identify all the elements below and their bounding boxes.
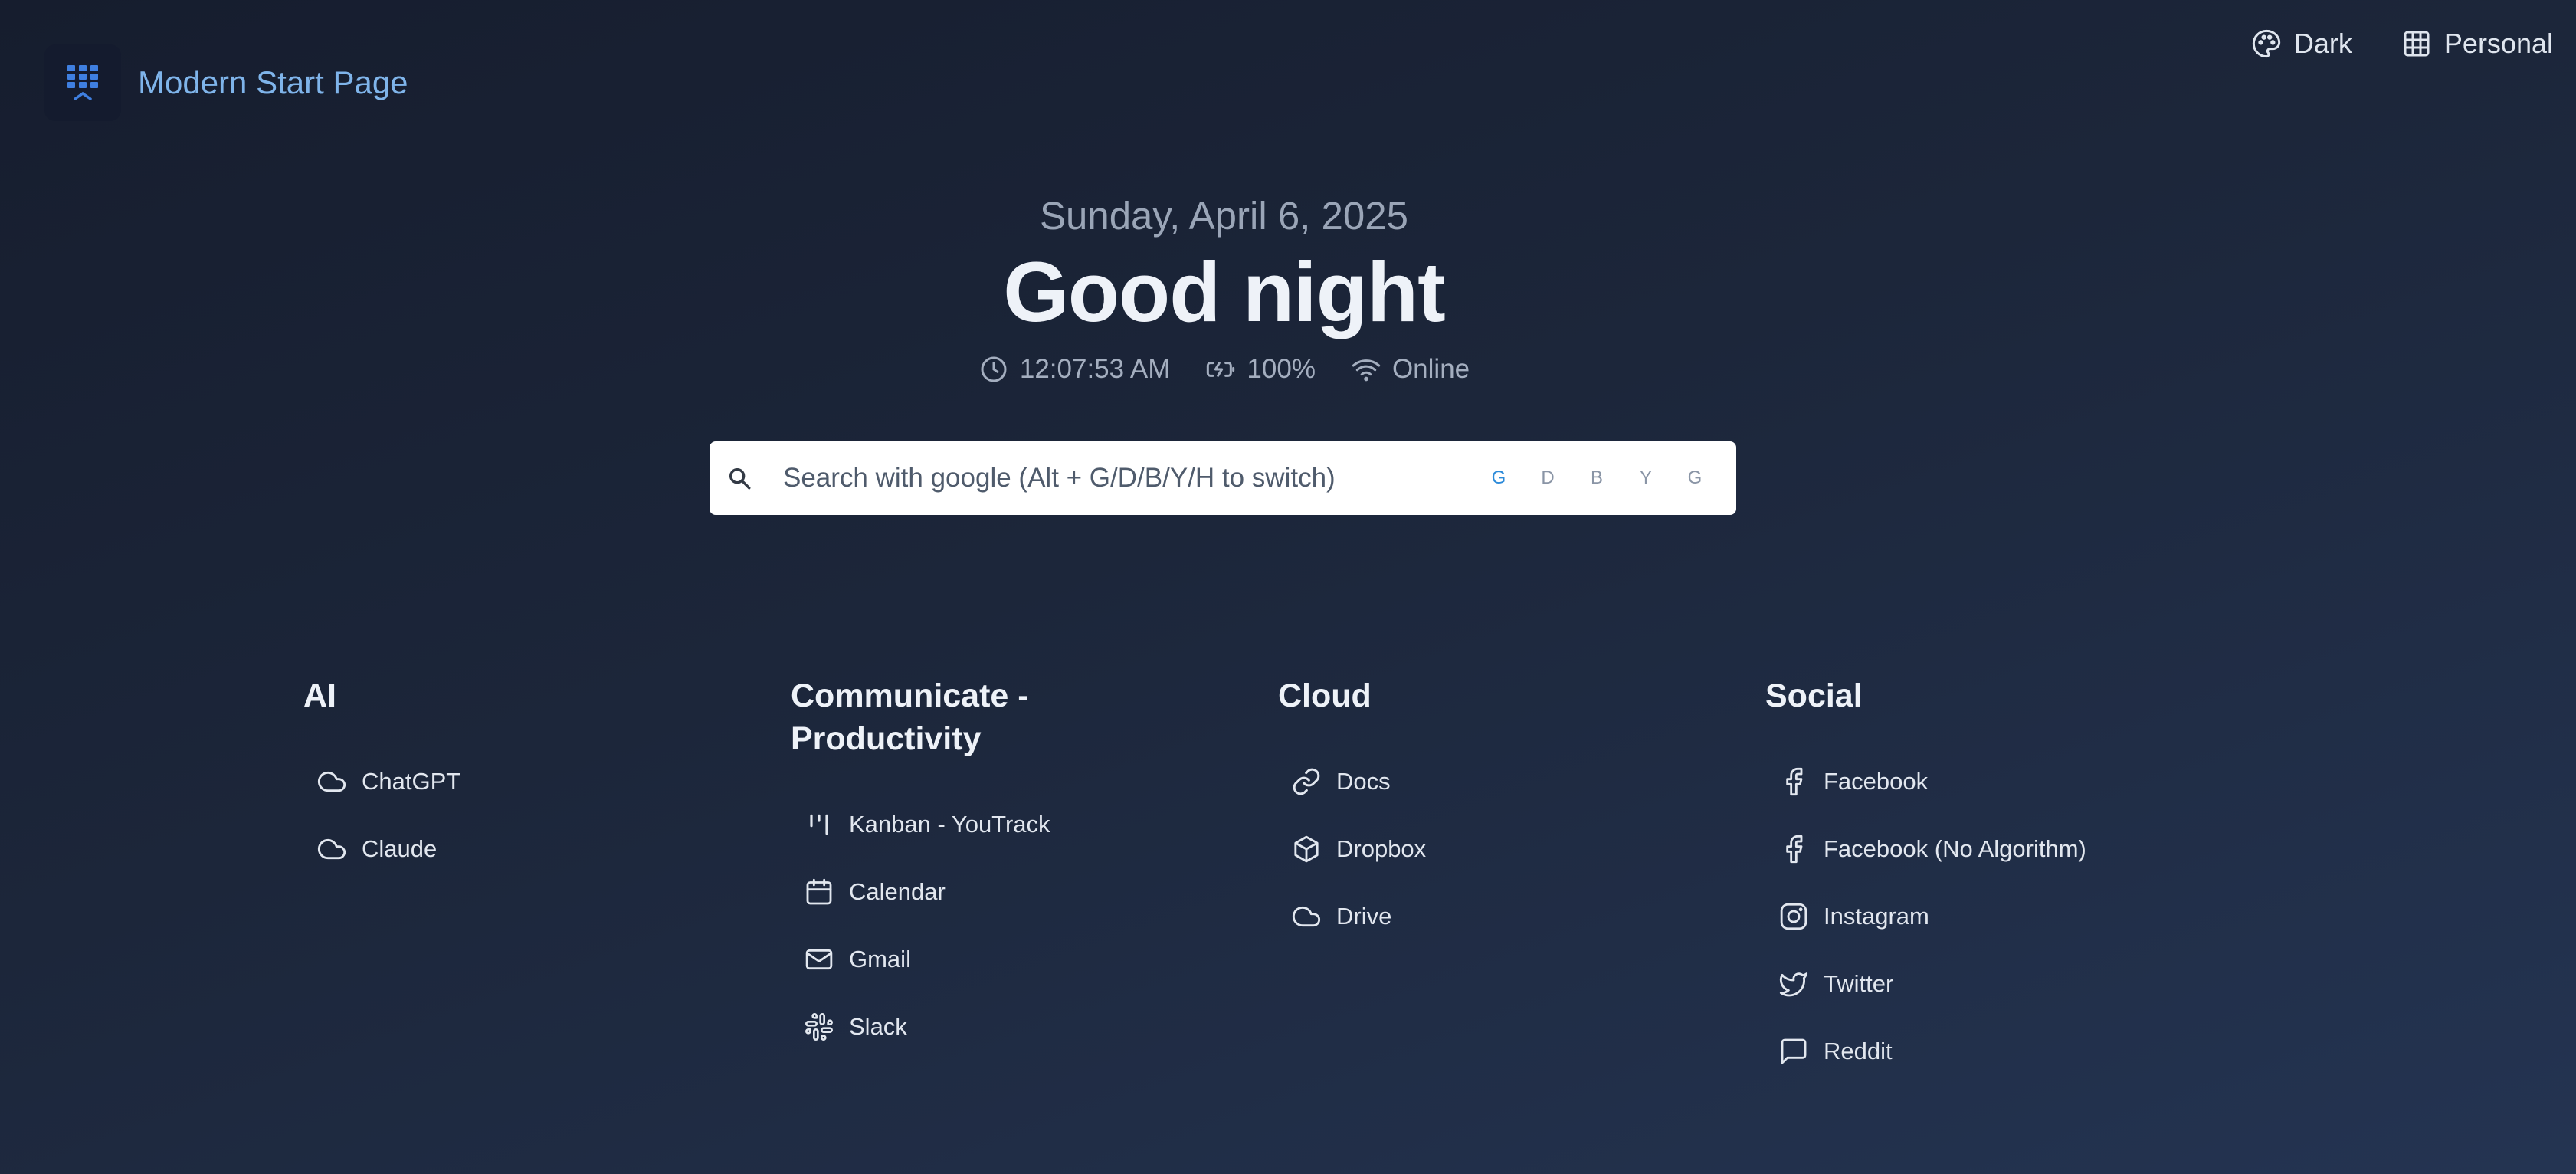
table-grid-icon — [2401, 28, 2432, 59]
link-drive[interactable]: Drive — [1278, 883, 1600, 950]
engine-duckduckgo[interactable]: D — [1523, 467, 1572, 489]
cloud-icon — [1290, 900, 1322, 933]
clock-icon — [978, 354, 1009, 385]
link-claude[interactable]: Claude — [303, 815, 625, 883]
link-twitter[interactable]: Twitter — [1765, 950, 2087, 1018]
grid-logo-icon — [44, 44, 121, 121]
link-docs[interactable]: Docs — [1278, 748, 1600, 815]
battery-charging-icon — [1205, 354, 1236, 385]
facebook-icon — [1778, 766, 1810, 798]
search-input[interactable] — [782, 462, 1474, 494]
status-bar: 12:07:53 AM 100% Online — [0, 354, 2448, 385]
engine-google[interactable]: G — [1474, 467, 1523, 489]
profile-label: Personal — [2443, 28, 2553, 59]
app-logo[interactable]: Modern Start Page — [44, 44, 408, 121]
top-controls: Dark Personal — [2251, 28, 2553, 60]
link-facebook-no-algorithm[interactable]: Facebook (No Algorithm) — [1765, 815, 2087, 883]
cloud-icon — [316, 833, 348, 865]
link-instagram[interactable]: Instagram — [1765, 883, 2087, 950]
message-icon — [1778, 1035, 1810, 1067]
engine-yahoo[interactable]: Y — [1621, 467, 1670, 489]
battery-status: 100% — [1205, 354, 1316, 385]
slack-icon — [803, 1011, 835, 1043]
section-social: Social Facebook Facebook (No Algorithm) … — [1765, 674, 2087, 1085]
time-text: 12:07:53 AM — [1019, 354, 1171, 384]
profile-toggle-button[interactable]: Personal — [2401, 28, 2553, 60]
link-label: Facebook — [1824, 768, 1929, 795]
theme-label: Dark — [2293, 28, 2352, 59]
section-ai: AI ChatGPT Claude — [303, 674, 625, 883]
link-icon — [1290, 766, 1322, 798]
clock-status: 12:07:53 AM — [978, 354, 1171, 385]
cloud-icon — [316, 766, 348, 798]
section-title: Social — [1765, 677, 1863, 714]
section-title: Communicate - Productivity — [791, 677, 1029, 757]
link-label: Reddit — [1824, 1038, 1893, 1064]
link-label: Twitter — [1824, 970, 1894, 997]
link-label: Slack — [849, 1013, 907, 1040]
box-icon — [1290, 833, 1322, 865]
calendar-icon — [803, 876, 835, 908]
link-label: Dropbox — [1336, 835, 1427, 862]
section-title: AI — [303, 677, 336, 714]
mail-icon — [803, 943, 835, 976]
section-communicate-productivity: Communicate - Productivity Kanban - YouT… — [791, 674, 1113, 1061]
link-label: Drive — [1336, 903, 1392, 930]
link-chatgpt[interactable]: ChatGPT — [303, 748, 625, 815]
section-title: Cloud — [1278, 677, 1372, 714]
facebook-icon — [1778, 833, 1810, 865]
link-label: Gmail — [849, 946, 911, 972]
kanban-icon — [803, 808, 835, 841]
twitter-icon — [1778, 968, 1810, 1000]
greeting: Good night — [1003, 245, 1445, 339]
link-reddit[interactable]: Reddit — [1765, 1018, 2087, 1085]
link-dropbox[interactable]: Dropbox — [1278, 815, 1600, 883]
link-label: Docs — [1336, 768, 1391, 795]
link-calendar[interactable]: Calendar — [791, 858, 1113, 926]
network-text: Online — [1391, 354, 1470, 384]
link-label: Facebook (No Algorithm) — [1824, 835, 2086, 862]
battery-text: 100% — [1247, 354, 1316, 384]
wifi-icon — [1351, 354, 1381, 385]
link-slack[interactable]: Slack — [791, 993, 1113, 1061]
instagram-icon — [1778, 900, 1810, 933]
current-date: Sunday, April 6, 2025 — [1039, 194, 1409, 238]
engine-other[interactable]: G — [1670, 467, 1719, 489]
link-label: Calendar — [849, 878, 946, 905]
link-label: Claude — [362, 835, 438, 862]
engine-bing[interactable]: B — [1572, 467, 1621, 489]
search-engine-switcher: G D B Y G — [1474, 467, 1719, 489]
link-label: Instagram — [1824, 903, 1929, 930]
section-cloud: Cloud Docs Dropbox Drive — [1278, 674, 1600, 950]
palette-icon — [2251, 28, 2282, 59]
link-kanban-youtrack[interactable]: Kanban - YouTrack — [791, 791, 1113, 858]
app-title: Modern Start Page — [138, 64, 408, 100]
link-label: ChatGPT — [362, 768, 461, 795]
link-facebook[interactable]: Facebook — [1765, 748, 2087, 815]
link-gmail[interactable]: Gmail — [791, 926, 1113, 993]
network-status: Online — [1351, 354, 1470, 385]
magnifier-icon — [726, 465, 763, 491]
theme-toggle-button[interactable]: Dark — [2251, 28, 2352, 60]
link-label: Kanban - YouTrack — [849, 811, 1050, 838]
search-bar: G D B Y G — [710, 441, 1736, 515]
